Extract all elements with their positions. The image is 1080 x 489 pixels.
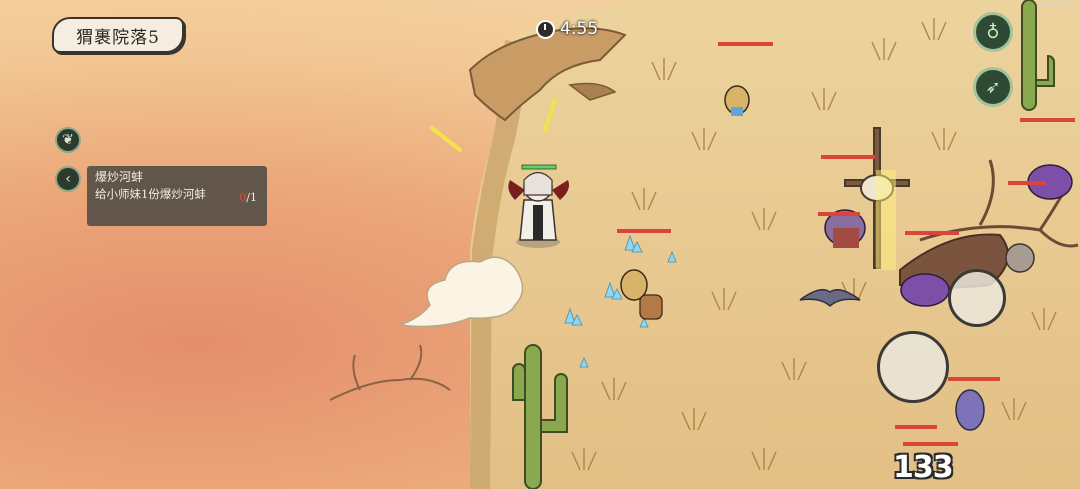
terrain	[329, 0, 1080, 489]
clock-icon	[536, 19, 555, 39]
sword-streak	[430, 126, 462, 152]
enemy-hp-bar	[821, 155, 875, 159]
bomb-skill-button[interactable]: ♁	[973, 12, 1013, 52]
enemy-hp-bar	[1008, 181, 1046, 185]
quest-title: 爆炒河蚌	[95, 170, 144, 184]
quest-description: 给小师妹1份爆炒河蚌	[95, 187, 206, 201]
enemy-hp-bar	[903, 442, 958, 446]
countdown-timer: 4:55	[536, 19, 598, 39]
enemy-hp-bar	[905, 231, 959, 235]
damage-number: 133	[893, 450, 954, 485]
quest-panel[interactable]: 爆炒河蚌 给小师妹1份爆炒河蚌 0/1	[87, 166, 267, 226]
enemy-beetle	[900, 273, 950, 307]
attack-joystick[interactable]	[948, 269, 1006, 327]
enemy-hp-bar	[617, 229, 671, 233]
player-hp-bar	[521, 164, 557, 170]
game-scene: 猬裹院落5 4:55 206073 ❦ ‹ 爆炒河蚌 给小师妹1份爆炒河蚌 0/…	[0, 0, 1080, 489]
dead-branch-left	[329, 344, 451, 401]
enemy-hp-bar	[718, 42, 773, 46]
dash-skill-button[interactable]: ➶	[973, 67, 1013, 107]
build-tag: 206073	[1037, 0, 1074, 11]
leaf-menu-button[interactable]: ❦	[55, 127, 81, 153]
enemy-rabbit	[1005, 243, 1035, 273]
quest-progress-total: /1	[246, 191, 257, 204]
skill-joystick[interactable]	[877, 331, 949, 403]
bomb-bag-icon: ♁	[986, 21, 1000, 43]
enemy-hp-bar	[948, 377, 1000, 381]
dash-runner-icon: ➶	[985, 76, 1001, 98]
timer-value: 4:55	[560, 19, 599, 39]
stage-title: 猬裹院落5	[52, 17, 184, 53]
chevron-left-icon: ‹	[65, 171, 71, 187]
collapse-quest-button[interactable]: ‹	[55, 166, 81, 192]
enemy-scorpion	[955, 389, 985, 431]
enemy-hp-bar	[1020, 118, 1075, 122]
enemy-hp-bar	[818, 212, 860, 216]
light-pillar	[876, 170, 896, 270]
leaf-icon: ❦	[62, 132, 74, 148]
enemy-hp-bar	[895, 425, 937, 429]
quest-progress: 0/1	[239, 190, 257, 205]
